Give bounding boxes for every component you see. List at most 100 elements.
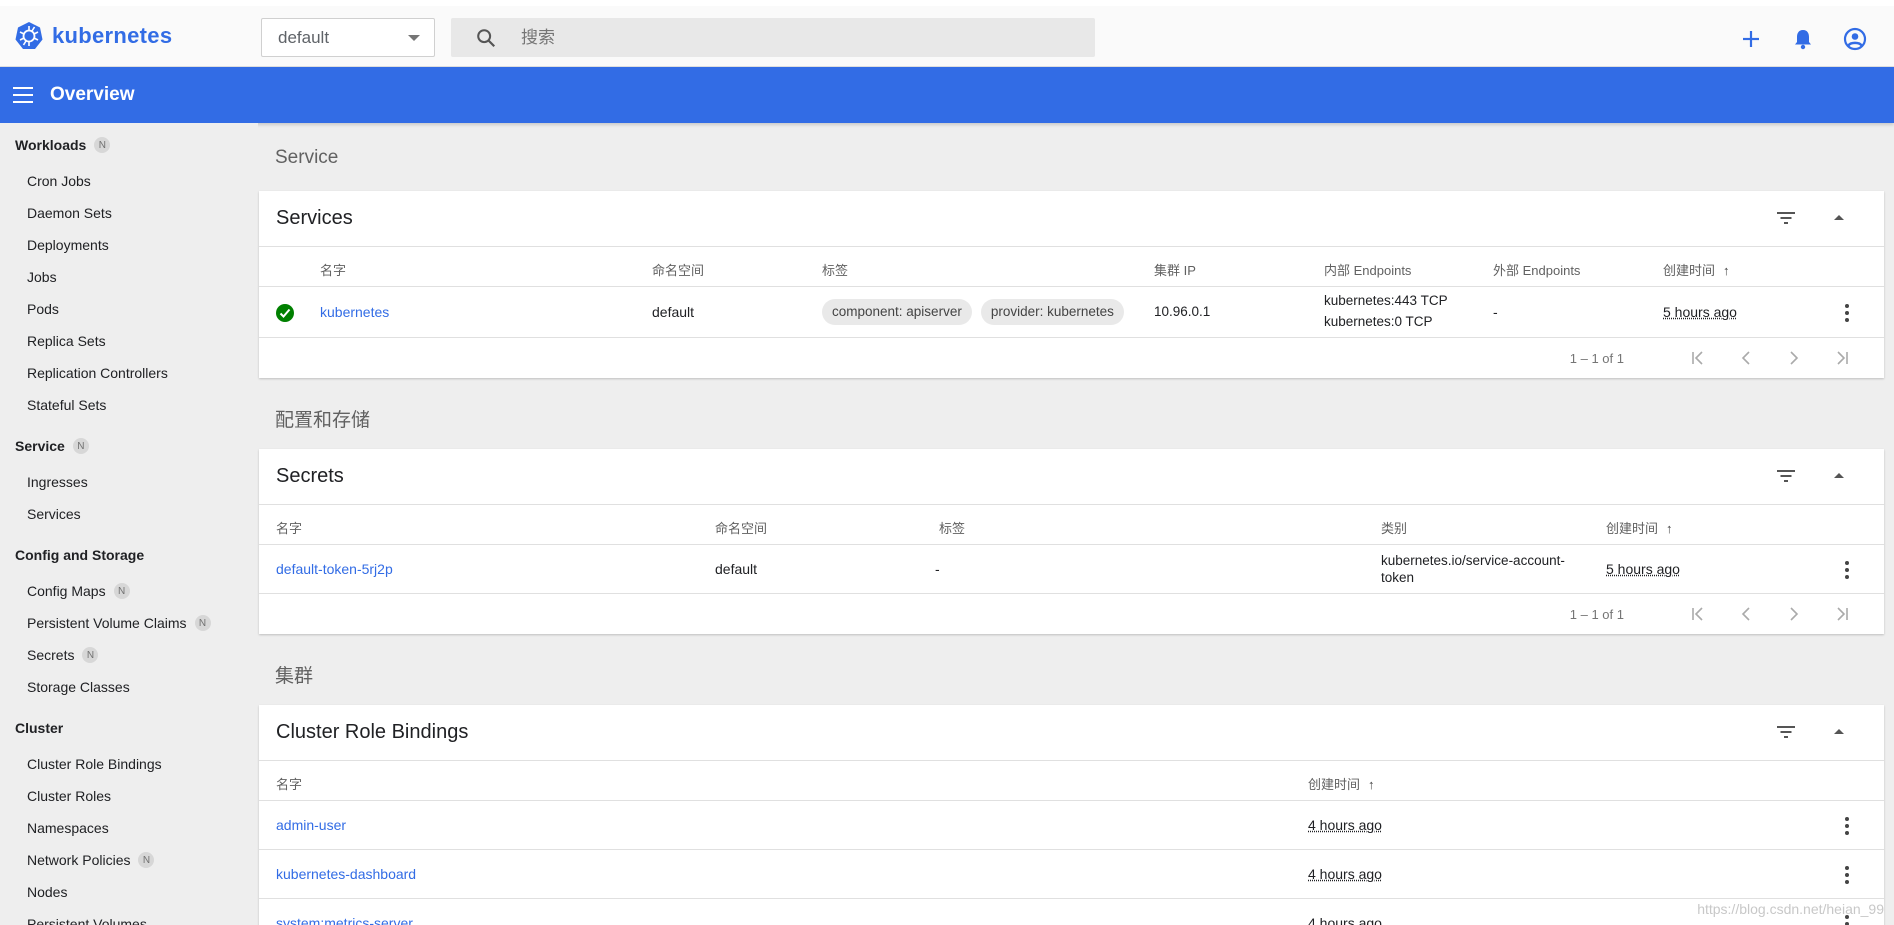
sidebar-item-cron-jobs[interactable]: Cron Jobs: [0, 165, 258, 197]
page-title: Overview: [50, 84, 135, 106]
sidebar-item-secrets[interactable]: Secrets N: [0, 639, 258, 671]
status-ok-icon: [276, 304, 294, 322]
secret-namespace: default: [715, 561, 757, 577]
create-button[interactable]: [1738, 26, 1764, 52]
filter-icon[interactable]: [1776, 211, 1796, 225]
sort-arrow-up-icon: ↑: [1368, 777, 1375, 792]
column-header-created-label: 创建时间: [1606, 521, 1658, 536]
column-header-created[interactable]: 创建时间 ↑: [1663, 260, 1730, 279]
paginator: 1 – 1 of 1: [259, 594, 1884, 634]
more-vert-icon[interactable]: [1845, 304, 1849, 325]
first-page-icon[interactable]: [1690, 350, 1706, 366]
crb-name-link[interactable]: kubernetes-dashboard: [276, 866, 416, 882]
column-header-name[interactable]: 名字: [320, 260, 346, 279]
sidebar-item-deployments[interactable]: Deployments: [0, 229, 258, 261]
sidebar: Workloads N Cron Jobs Daemon Sets Deploy…: [0, 123, 258, 925]
external-endpoints-value: -: [1493, 304, 1498, 320]
search-icon: [475, 27, 497, 49]
filter-icon[interactable]: [1776, 725, 1796, 739]
top-bar: kubernetes default: [0, 0, 1894, 67]
sidebar-item-label: Storage Classes: [27, 679, 130, 695]
column-header-cluster-ip: 集群 IP: [1154, 260, 1196, 279]
sidebar-item-persistent-volumes[interactable]: Persistent Volumes: [0, 908, 258, 925]
sidebar-item-label: Pods: [27, 301, 59, 317]
last-page-icon[interactable]: [1834, 606, 1850, 622]
search-input[interactable]: [521, 28, 1081, 48]
sidebar-item-namespaces[interactable]: Namespaces: [0, 812, 258, 844]
sidebar-item-ingresses[interactable]: Ingresses: [0, 466, 258, 498]
account-button[interactable]: [1842, 26, 1868, 52]
sidebar-item-label: Replication Controllers: [27, 365, 168, 381]
sidebar-item-replication-controllers[interactable]: Replication Controllers: [0, 357, 258, 389]
sidebar-item-config-maps[interactable]: Config Maps N: [0, 575, 258, 607]
column-header-labels: 标签: [939, 518, 965, 537]
crb-name-link[interactable]: admin-user: [276, 817, 346, 833]
card-title: Services: [276, 207, 353, 230]
sidebar-item-replica-sets[interactable]: Replica Sets: [0, 325, 258, 357]
secret-labels: -: [935, 561, 940, 577]
kubernetes-logo-icon: [14, 21, 44, 51]
sidebar-group-config-storage[interactable]: Config and Storage: [0, 541, 258, 569]
sidebar-item-label: Secrets: [27, 647, 74, 663]
sidebar-item-services[interactable]: Services: [0, 498, 258, 530]
sort-arrow-up-icon: ↑: [1723, 263, 1730, 278]
column-header-name[interactable]: 名字: [276, 518, 302, 537]
section-heading-cluster: 集群: [275, 661, 313, 688]
table-row: kubernetes default component: apiserver p…: [259, 287, 1884, 338]
namespaced-badge: N: [73, 438, 89, 454]
prev-page-icon[interactable]: [1738, 606, 1754, 622]
sidebar-item-cluster-roles[interactable]: Cluster Roles: [0, 780, 258, 812]
column-header-namespace: 命名空间: [652, 260, 704, 279]
column-header-name[interactable]: 名字: [276, 774, 302, 793]
sidebar-group-label: Service: [15, 438, 65, 454]
next-page-icon[interactable]: [1786, 350, 1802, 366]
sidebar-item-daemon-sets[interactable]: Daemon Sets: [0, 197, 258, 229]
sidebar-group-cluster[interactable]: Cluster: [0, 714, 258, 742]
sidebar-group-workloads[interactable]: Workloads N: [0, 131, 258, 159]
sidebar-item-storage-classes[interactable]: Storage Classes: [0, 671, 258, 703]
last-page-icon[interactable]: [1834, 350, 1850, 366]
namespaced-badge: N: [114, 583, 130, 599]
filter-icon[interactable]: [1776, 469, 1796, 483]
first-page-icon[interactable]: [1690, 606, 1706, 622]
more-vert-icon[interactable]: [1845, 561, 1849, 582]
next-page-icon[interactable]: [1786, 606, 1802, 622]
service-namespace: default: [652, 304, 694, 320]
crb-name-link[interactable]: system:metrics-server: [276, 915, 413, 925]
sidebar-item-network-policies[interactable]: Network Policies N: [0, 844, 258, 876]
notifications-button[interactable]: [1790, 26, 1816, 52]
card-title: Secrets: [276, 465, 344, 488]
services-card: Services 名字 命名空间 标签 集群 IP 内部 Endpoints 外…: [259, 191, 1884, 378]
collapse-icon[interactable]: [1834, 729, 1844, 734]
table-row: kubernetes-dashboard 4 hours ago: [259, 850, 1884, 899]
sidebar-group-label: Workloads: [15, 137, 86, 153]
sidebar-group-service[interactable]: Service N: [0, 432, 258, 460]
collapse-icon[interactable]: [1834, 215, 1844, 220]
column-header-created[interactable]: 创建时间 ↑: [1308, 774, 1375, 793]
menu-icon[interactable]: [13, 85, 33, 105]
table-row: admin-user 4 hours ago: [259, 801, 1884, 850]
logo[interactable]: kubernetes: [14, 21, 172, 51]
sidebar-item-pods[interactable]: Pods: [0, 293, 258, 325]
more-vert-icon[interactable]: [1845, 866, 1849, 887]
sidebar-item-label: Deployments: [27, 237, 109, 253]
column-header-type: 类别: [1381, 518, 1407, 537]
logo-text: kubernetes: [52, 23, 172, 49]
table-header: 名字 命名空间 标签 类别 创建时间 ↑: [259, 505, 1884, 545]
sidebar-item-stateful-sets[interactable]: Stateful Sets: [0, 389, 258, 421]
table-header: 名字 命名空间 标签 集群 IP 内部 Endpoints 外部 Endpoin…: [259, 247, 1884, 287]
more-vert-icon[interactable]: [1845, 817, 1849, 838]
prev-page-icon[interactable]: [1738, 350, 1754, 366]
secret-name-link[interactable]: default-token-5rj2p: [276, 561, 393, 577]
collapse-icon[interactable]: [1834, 473, 1844, 478]
column-header-created[interactable]: 创建时间 ↑: [1606, 518, 1673, 537]
internal-endpoint-1: kubernetes:443 TCP: [1324, 293, 1448, 308]
service-name-link[interactable]: kubernetes: [320, 304, 389, 320]
sidebar-item-nodes[interactable]: Nodes: [0, 876, 258, 908]
sidebar-item-cluster-role-bindings[interactable]: Cluster Role Bindings: [0, 748, 258, 780]
sidebar-item-persistent-volume-claims[interactable]: Persistent Volume Claims N: [0, 607, 258, 639]
namespace-select[interactable]: default: [261, 18, 435, 57]
sidebar-item-jobs[interactable]: Jobs: [0, 261, 258, 293]
section-heading-service: Service: [275, 147, 338, 169]
sidebar-item-label: Replica Sets: [27, 333, 106, 349]
